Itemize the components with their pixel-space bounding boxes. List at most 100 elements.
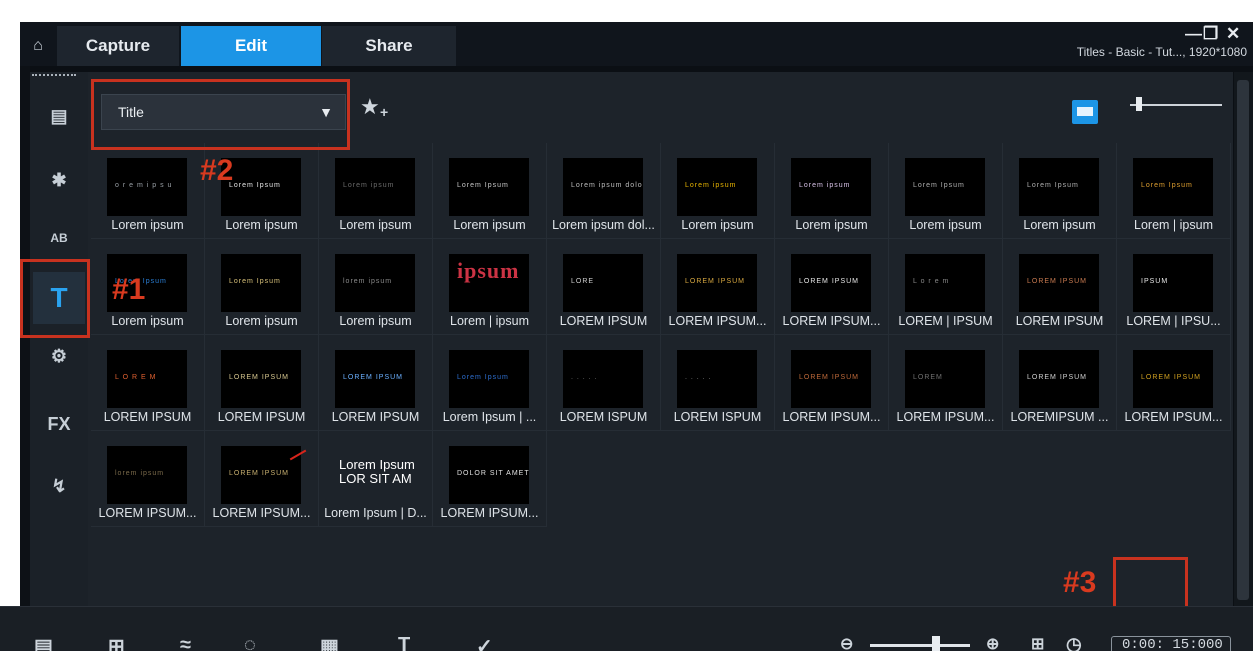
zoom-out-icon[interactable]: ⊖ [840,634,853,651]
preset-caption: Lorem ipsum [795,218,868,232]
minimize-icon[interactable]: — [1185,24,1202,44]
title-preset-16[interactable]: LOREM IPSUM LOREM IPSUM... [661,239,775,335]
title-preset-28[interactable]: LOREM LOREM IPSUM... [889,335,1003,431]
zoom-in-icon[interactable]: ⊕ [986,634,999,651]
3d-title-icon[interactable]: T [398,634,410,651]
title-preset-11[interactable]: Lorem Ipsum Lorem ipsum [91,239,205,335]
preset-caption: LOREM IPSUM... [212,506,311,520]
title-preset-18[interactable]: L o r e m LOREM | IPSUM [889,239,1003,335]
annotation-label-3: #3 [1063,566,1097,599]
slider-knob[interactable] [1136,97,1142,111]
mask-icon[interactable]: ✓ [476,634,493,651]
project-title: Titles - Basic - Tut..., 1920*1080 [1076,45,1247,59]
thumbnail-size-slider[interactable] [1130,104,1222,106]
preset-caption: Lorem | ipsum [450,314,529,328]
title-preset-9[interactable]: Lorem Ipsum Lorem ipsum [1003,143,1117,239]
title-preset-30[interactable]: LOREM IPSUM LOREM IPSUM... [1117,335,1231,431]
preset-caption: Lorem ipsum [1023,218,1096,232]
title-preset-27[interactable]: LOREM IPSUM LOREM IPSUM... [775,335,889,431]
title-preset-22[interactable]: LOREM IPSUM LOREM IPSUM [205,335,319,431]
path-icon[interactable]: ↯ [33,460,85,512]
title-preset-31[interactable]: lorem ipsum LOREM IPSUM... [91,431,205,527]
preset-caption: LOREM | IPSU... [1126,314,1221,328]
title-preset-19[interactable]: LOREM IPSUM LOREM IPSUM [1003,239,1117,335]
preset-caption: Lorem ipsum dol... [552,218,655,232]
preset-caption: LOREM IPSUM... [1124,410,1223,424]
title-preset-33[interactable]: Lorem Ipsum LOR SIT AM Lorem Ipsum | D... [319,431,433,527]
add-favorite-button[interactable]: ★ + [360,94,396,128]
title-preset-13[interactable]: lorem ipsum Lorem ipsum [319,239,433,335]
thumbnail-text: Lorem Ipsum [913,182,965,189]
preset-caption: LOREM IPSUM [559,314,648,328]
fit-icon[interactable]: ⊞ [1031,634,1044,651]
title-preset-7[interactable]: Lorem ipsum Lorem ipsum [775,143,889,239]
title-preset-5[interactable]: Lorem ipsum dolor sit Lorem ipsum dol... [547,143,661,239]
thumbnail-text: LOREM IPSUM [799,374,860,381]
home-icon[interactable]: ⌂ [20,26,56,66]
thumbnail-text: LOREM IPSUM [685,278,746,285]
zoom-slider[interactable] [870,644,970,647]
thumbnail-text: Lorem Ipsum [229,278,281,285]
title-preset-8[interactable]: Lorem Ipsum Lorem ipsum [889,143,1003,239]
title-preset-4[interactable]: Lorem Ipsum Lorem ipsum [433,143,547,239]
thumbnail-text: Lorem ipsum [799,182,851,189]
multi-trim-icon[interactable]: ⊞ [108,634,125,651]
title-preset-23[interactable]: LOREM IPSUM LOREM IPSUM [319,335,433,431]
title-preset-17[interactable]: LOREM IPSUM LOREM IPSUM... [775,239,889,335]
title-preset-1[interactable]: o r e m i p s u Lorem ipsum [91,143,205,239]
timecode-display[interactable]: 0:00: 15:000 [1111,636,1231,651]
title-preset-29[interactable]: LOREM IPSUM LOREMIPSUM ... [1003,335,1117,431]
annotation-box-1 [20,259,90,338]
title-preset-15[interactable]: LORE LOREM IPSUM [547,239,661,335]
preset-caption: Lorem ipsum [339,218,412,232]
preset-thumbnail: . . . . . [563,350,643,408]
preset-thumbnail: LOREM IPSUM [677,254,757,312]
pan-zoom-icon[interactable]: ▦ [320,634,339,651]
preset-caption: Lorem ipsum [681,218,754,232]
subtitle-icon[interactable]: ◌ [244,634,256,651]
preset-caption: Lorem Ipsum | ... [442,410,537,424]
title-preset-25[interactable]: . . . . . LOREM ISPUM [547,335,661,431]
sidebar-grip[interactable] [32,74,76,77]
title-preset-21[interactable]: L O R E M LOREM IPSUM [91,335,205,431]
title-preset-26[interactable]: . . . . . LOREM ISPUM [661,335,775,431]
preset-caption: Lorem Ipsum | D... [324,506,427,520]
tab-capture[interactable]: Capture [57,26,179,66]
media-library-icon[interactable]: ▤ [33,90,85,142]
title-preset-3[interactable]: Lorem ipsum Lorem ipsum [319,143,433,239]
preset-caption: LOREM IPSUM... [440,506,539,520]
title-preset-12[interactable]: Lorem Ipsum Lorem ipsum [205,239,319,335]
preset-caption: LOREM IPSUM [103,410,192,424]
title-preset-32[interactable]: LOREM IPSUM LOREM IPSUM... [205,431,319,527]
title-preset-10[interactable]: Lorem Ipsum Lorem | ipsum [1117,143,1231,239]
view-mode-button[interactable] [1072,100,1098,124]
title-preset-6[interactable]: Lorem ipsum Lorem ipsum [661,143,775,239]
thumbnail-text: Lorem ipsum [685,182,737,189]
preset-caption: Lorem ipsum [111,218,184,232]
title-preset-24[interactable]: Lorem Ipsum Lorem Ipsum | ... [433,335,547,431]
title-editor-icon[interactable]: ▤ [34,634,53,651]
annotation-label-1: #1 [112,273,146,306]
clock-icon: ◷ [1066,634,1082,651]
title-preset-34[interactable]: DOLOR SIT AMET LOREM IPSUM... [433,431,547,527]
instant-project-icon[interactable]: ✱ [33,154,85,206]
title-preset-14[interactable]: ipsum Lorem | ipsum [433,239,547,335]
preset-caption: LOREM IPSUM [331,410,420,424]
scrollbar-thumb[interactable] [1237,80,1249,600]
preset-thumbnail: Lorem Ipsum [905,158,985,216]
zoom-knob[interactable] [932,636,940,651]
title-preset-20[interactable]: IPSUM LOREM | IPSU... [1117,239,1231,335]
preset-thumbnail: LOREM IPSUM [1019,254,1099,312]
tab-share[interactable]: Share [322,26,456,66]
restore-icon[interactable]: ❐ [1203,24,1218,44]
preset-caption: Lorem ipsum [111,314,184,328]
tab-edit[interactable]: Edit [181,26,321,66]
motion-track-icon[interactable]: ≈ [180,634,191,651]
transition-icon[interactable]: AB [33,212,85,264]
filter-icon[interactable]: FX [33,398,85,450]
preset-thumbnail: Lorem ipsum dolor sit [563,158,643,216]
star-icon: ★ [360,94,380,119]
thumbnail-text: L o r e m [913,278,950,285]
preset-caption: LOREM IPSUM [217,410,306,424]
close-icon[interactable]: ✕ [1226,24,1240,44]
